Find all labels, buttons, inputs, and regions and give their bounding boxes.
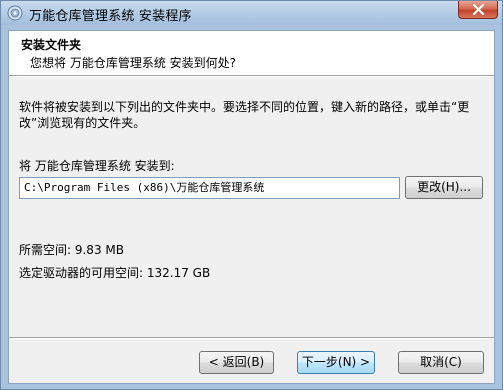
- required-space-text: 所需空间: 9.83 MB: [19, 243, 124, 257]
- page-title: 安装文件夹: [21, 38, 82, 52]
- install-path-input[interactable]: C:\Program Files (x86)\万能仓库管理系统: [19, 177, 400, 199]
- header-divider: [9, 75, 494, 77]
- change-button[interactable]: 更改(H)...: [405, 176, 483, 199]
- free-space-text: 选定驱动器的可用空间: 132.17 GB: [19, 266, 211, 280]
- close-icon: [472, 4, 485, 15]
- next-button[interactable]: 下一步(N) >: [297, 351, 375, 374]
- close-button[interactable]: [458, 1, 498, 19]
- installer-window: 万能仓库管理系统 安装程序 安装文件夹 您想将 万能仓库管理系统 安装到何处? …: [0, 0, 503, 390]
- dialog-header: 安装文件夹 您想将 万能仓库管理系统 安装到何处?: [9, 31, 494, 75]
- installer-cd-icon: [7, 5, 23, 21]
- dialog-client: 安装文件夹 您想将 万能仓库管理系统 安装到何处? 软件将被安装到以下列出的文件…: [8, 30, 495, 384]
- window-title: 万能仓库管理系统 安装程序: [29, 9, 192, 24]
- page-subtitle: 您想将 万能仓库管理系统 安装到何处?: [30, 56, 236, 70]
- cancel-button[interactable]: 取消(C): [398, 351, 484, 374]
- footer-divider: [9, 337, 494, 339]
- back-button[interactable]: < 返回(B): [199, 351, 274, 374]
- description-text: 软件将被安装到以下列出的文件夹中。要选择不同的位置，键入新的路径，或单击“更改”…: [19, 100, 470, 130]
- install-location-label: 将 万能仓库管理系统 安装到:: [19, 159, 175, 173]
- title-bar[interactable]: 万能仓库管理系统 安装程序: [1, 1, 502, 25]
